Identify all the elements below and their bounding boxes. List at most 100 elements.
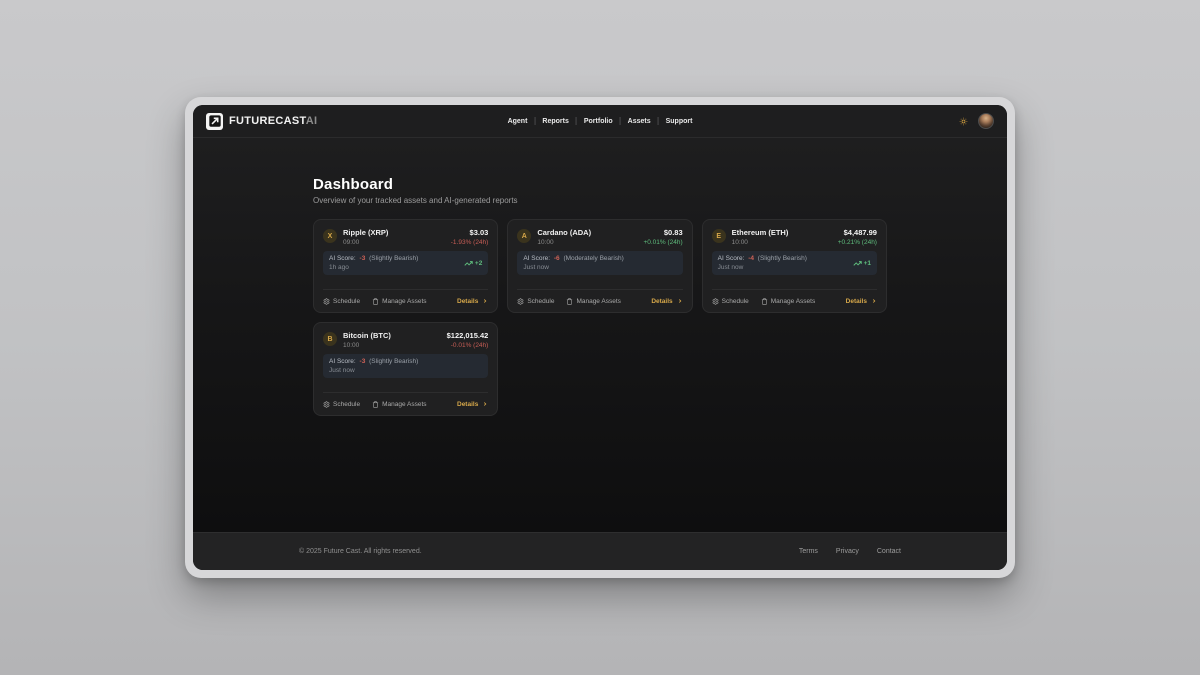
ai-score-line: AI Score: -3 (Slightly Bearish) <box>329 255 418 262</box>
footer-link-privacy[interactable]: Privacy <box>836 548 859 555</box>
logo-icon <box>206 113 223 130</box>
nav-item-support[interactable]: Support <box>659 118 700 125</box>
details-button[interactable]: Details <box>846 298 877 305</box>
nav-item-assets[interactable]: Assets <box>621 118 658 125</box>
schedule-label: Schedule <box>333 298 360 305</box>
asset-time: 10:00 <box>343 342 391 349</box>
asset-time: 09:00 <box>343 239 388 246</box>
gear-icon <box>517 298 524 305</box>
details-label: Details <box>457 401 478 408</box>
ai-score-desc: (Slightly Bearish) <box>369 255 418 262</box>
card-actions: Schedule Manage Assets Details <box>323 289 488 312</box>
schedule-button[interactable]: Schedule <box>712 298 749 305</box>
app-footer: © 2025 Future Cast. All rights reserved.… <box>193 532 1007 570</box>
ai-score-label: AI Score: <box>523 255 550 262</box>
ai-score-line: AI Score: -6 (Moderately Bearish) <box>523 255 623 262</box>
asset-price: $3.03 <box>451 228 489 237</box>
manage-assets-button[interactable]: Manage Assets <box>372 298 426 305</box>
trend-badge: +2 <box>464 259 482 268</box>
ai-score-label: AI Score: <box>329 358 356 365</box>
last-updated: 1h ago <box>329 264 418 271</box>
nav-item-reports[interactable]: Reports <box>535 118 575 125</box>
asset-name: Ripple (XRP) <box>343 228 388 237</box>
trending-up-icon <box>853 259 862 268</box>
footer-link-terms[interactable]: Terms <box>799 548 818 555</box>
details-button[interactable]: Details <box>457 401 488 408</box>
theme-toggle-button[interactable] <box>959 117 968 126</box>
ai-score-panel: AI Score: -3 (Slightly Bearish) Just now <box>323 354 488 378</box>
nav-item-portfolio[interactable]: Portfolio <box>577 118 620 125</box>
footer-link-contact[interactable]: Contact <box>877 548 901 555</box>
arrow-up-right-icon <box>208 114 222 128</box>
last-updated: Just now <box>718 264 807 271</box>
details-label: Details <box>846 298 867 305</box>
app-window-frame: FUTURECASTAI AgentReportsPortfolioAssets… <box>185 97 1015 578</box>
ai-score-value: -3 <box>360 255 366 262</box>
page-title: Dashboard <box>313 176 887 193</box>
asset-price-box: $0.83 +0.01% (24h) <box>643 228 682 246</box>
asset-card-header: E Ethereum (ETH) 10:00 $4,487.99 +0.21% … <box>712 228 877 246</box>
last-updated: Just now <box>329 367 418 374</box>
trash-icon <box>372 401 379 408</box>
ai-score-value: -6 <box>554 255 560 262</box>
main-nav: AgentReportsPortfolioAssetsSupport <box>501 117 700 125</box>
schedule-button[interactable]: Schedule <box>517 298 554 305</box>
top-bar: FUTURECASTAI AgentReportsPortfolioAssets… <box>193 105 1007 138</box>
user-avatar[interactable] <box>978 113 994 129</box>
ai-score-desc: (Slightly Bearish) <box>369 358 418 365</box>
chevron-right-icon <box>871 298 877 304</box>
manage-assets-button[interactable]: Manage Assets <box>566 298 620 305</box>
ai-score-label: AI Score: <box>718 255 745 262</box>
asset-name: Bitcoin (BTC) <box>343 331 391 340</box>
footer-links: Terms Privacy Contact <box>799 548 901 555</box>
trash-icon <box>372 298 379 305</box>
nav-item-agent[interactable]: Agent <box>501 118 535 125</box>
asset-name: Ethereum (ETH) <box>732 228 789 237</box>
trending-up-icon <box>464 259 473 268</box>
asset-time: 10:00 <box>732 239 789 246</box>
asset-card-header: A Cardano (ADA) 10:00 $0.83 +0.01% (24h) <box>517 228 682 246</box>
trend-value: +2 <box>475 260 482 267</box>
app-window: FUTURECASTAI AgentReportsPortfolioAssets… <box>193 105 1007 570</box>
asset-letter-icon: E <box>712 229 726 243</box>
details-button[interactable]: Details <box>651 298 682 305</box>
ai-score-line: AI Score: -3 (Slightly Bearish) <box>329 358 418 365</box>
chevron-right-icon <box>677 298 683 304</box>
trend-badge: +1 <box>853 259 871 268</box>
ai-score-desc: (Moderately Bearish) <box>563 255 623 262</box>
asset-time: 10:00 <box>537 239 591 246</box>
asset-price: $0.83 <box>643 228 682 237</box>
trend-value: +1 <box>864 260 871 267</box>
details-label: Details <box>651 298 672 305</box>
asset-price-box: $4,487.99 +0.21% (24h) <box>838 228 877 246</box>
page-subtitle: Overview of your tracked assets and AI-g… <box>313 196 887 205</box>
manage-assets-label: Manage Assets <box>382 298 426 305</box>
asset-letter-icon: X <box>323 229 337 243</box>
asset-price: $4,487.99 <box>838 228 877 237</box>
manage-assets-label: Manage Assets <box>382 401 426 408</box>
chevron-right-icon <box>482 401 488 407</box>
asset-card: X Ripple (XRP) 09:00 $3.03 -1.93% (24h) … <box>313 219 498 313</box>
schedule-button[interactable]: Schedule <box>323 401 360 408</box>
ai-score-value: -4 <box>748 255 754 262</box>
asset-cards-grid: X Ripple (XRP) 09:00 $3.03 -1.93% (24h) … <box>313 219 887 416</box>
schedule-button[interactable]: Schedule <box>323 298 360 305</box>
schedule-label: Schedule <box>722 298 749 305</box>
asset-price-box: $122,015.42 -0.01% (24h) <box>447 331 489 349</box>
ai-score-panel: AI Score: -3 (Slightly Bearish) 1h ago +… <box>323 251 488 275</box>
asset-card-header: B Bitcoin (BTC) 10:00 $122,015.42 -0.01%… <box>323 331 488 349</box>
ai-score-panel: AI Score: -6 (Moderately Bearish) Just n… <box>517 251 682 275</box>
details-button[interactable]: Details <box>457 298 488 305</box>
details-label: Details <box>457 298 478 305</box>
manage-assets-label: Manage Assets <box>576 298 620 305</box>
manage-assets-button[interactable]: Manage Assets <box>761 298 815 305</box>
asset-card-header: X Ripple (XRP) 09:00 $3.03 -1.93% (24h) <box>323 228 488 246</box>
asset-price-box: $3.03 -1.93% (24h) <box>451 228 489 246</box>
manage-assets-label: Manage Assets <box>771 298 815 305</box>
asset-change: +0.01% (24h) <box>643 239 682 246</box>
ai-score-panel: AI Score: -4 (Slightly Bearish) Just now… <box>712 251 877 275</box>
asset-change: -0.01% (24h) <box>447 342 489 349</box>
manage-assets-button[interactable]: Manage Assets <box>372 401 426 408</box>
copyright-text: © 2025 Future Cast. All rights reserved. <box>299 548 422 555</box>
asset-card: A Cardano (ADA) 10:00 $0.83 +0.01% (24h)… <box>507 219 692 313</box>
